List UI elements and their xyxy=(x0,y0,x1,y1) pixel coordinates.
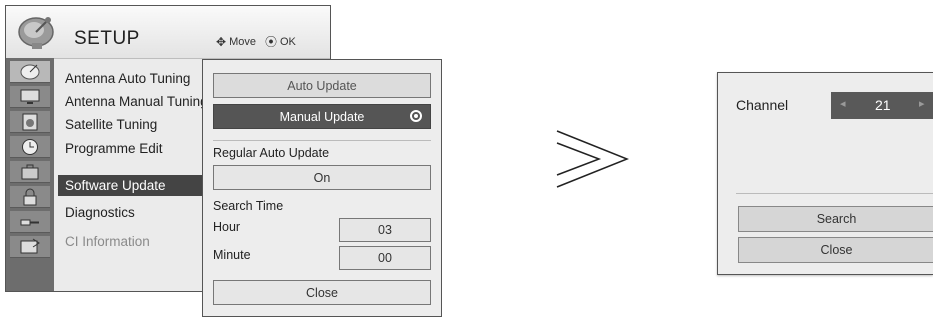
menu-item-satellite-tuning[interactable]: Satellite Tuning xyxy=(65,114,225,135)
menu-item-antenna-auto-tuning[interactable]: Antenna Auto Tuning xyxy=(65,68,225,89)
manual-update-label: Manual Update xyxy=(279,109,365,124)
channel-value: 21 xyxy=(875,97,891,113)
navigation-hint: ✥ Move ⦿ OK xyxy=(216,33,296,50)
menu-item-diagnostics[interactable]: Diagnostics xyxy=(65,202,225,223)
input-icon[interactable] xyxy=(10,236,50,258)
monitor-icon[interactable] xyxy=(10,86,50,108)
satellite-dish-icon xyxy=(18,17,54,49)
chevron-left-icon[interactable]: ◂ xyxy=(840,97,846,110)
lock-icon[interactable] xyxy=(10,186,50,208)
channel-selector[interactable]: ◂ 21 ▸ xyxy=(831,92,933,119)
setup-header: SETUP ✥ Move ⦿ OK xyxy=(6,6,330,59)
radio-selected-icon xyxy=(410,110,422,122)
divider xyxy=(213,140,431,141)
category-icon-column xyxy=(6,58,54,291)
auto-update-button[interactable]: Auto Update xyxy=(213,73,431,98)
hour-label: Hour xyxy=(213,220,241,234)
search-time-label: Search Time xyxy=(213,199,284,213)
minute-label: Minute xyxy=(213,248,251,262)
hint-move-label: Move xyxy=(229,35,256,48)
ok-button-icon: ⦿ xyxy=(264,35,277,49)
menu-item-antenna-manual-tuning[interactable]: Antenna Manual Tuning xyxy=(65,91,225,112)
menu-item-software-update[interactable]: Software Update xyxy=(58,175,211,196)
page-title: SETUP xyxy=(74,28,140,49)
software-update-panel: Auto Update Manual Update Regular Auto U… xyxy=(202,59,442,317)
speaker-icon[interactable] xyxy=(10,111,50,133)
menu-item-programme-edit[interactable]: Programme Edit xyxy=(65,138,225,159)
clock-icon[interactable] xyxy=(10,136,50,158)
menu-item-ci-information[interactable]: CI Information xyxy=(65,231,225,252)
close-button[interactable]: Close xyxy=(738,237,933,263)
satellite-dish-icon[interactable] xyxy=(10,61,50,83)
hour-field[interactable]: 03 xyxy=(339,218,431,242)
channel-search-dialog: Channel ◂ 21 ▸ Search Close xyxy=(717,72,933,275)
connector-icon[interactable] xyxy=(10,211,50,233)
divider xyxy=(736,193,933,194)
next-step-arrow-icon xyxy=(556,130,629,188)
regular-auto-update-toggle[interactable]: On xyxy=(213,165,431,190)
search-button[interactable]: Search xyxy=(738,206,933,232)
channel-label: Channel xyxy=(736,97,789,113)
close-button[interactable]: Close xyxy=(213,280,431,305)
briefcase-icon[interactable] xyxy=(10,161,50,183)
manual-update-button[interactable]: Manual Update xyxy=(213,104,431,129)
chevron-right-icon[interactable]: ▸ xyxy=(919,97,925,110)
hint-ok-label: OK xyxy=(279,35,296,48)
move-arrows-icon: ✥ xyxy=(216,34,227,49)
regular-auto-update-label: Regular Auto Update xyxy=(213,146,330,160)
minute-field[interactable]: 00 xyxy=(339,246,431,270)
